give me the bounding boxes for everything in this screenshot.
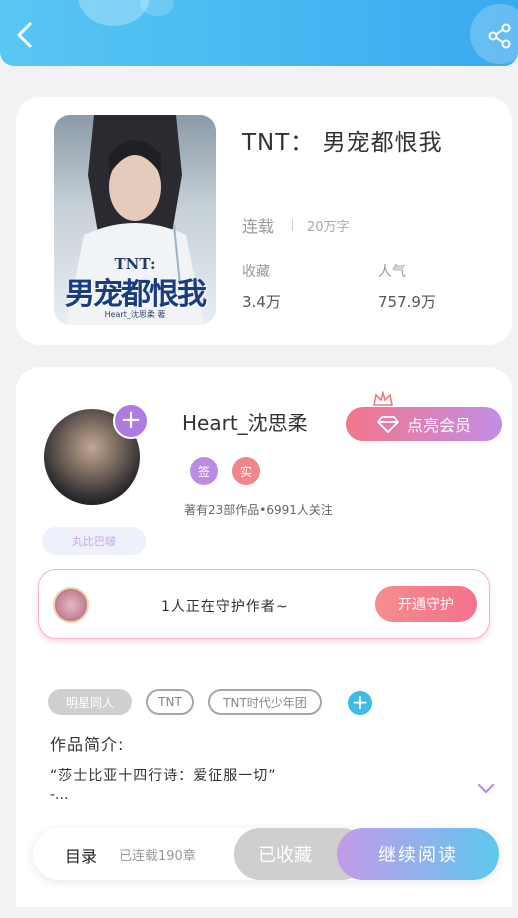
book-cover[interactable]: TNT: 男宠都恨我 Heart_沈思柔 著	[54, 115, 216, 325]
intro-title: 作品简介:	[50, 735, 125, 754]
continue-reading-button[interactable]: 继续阅读	[337, 828, 499, 880]
divider	[292, 219, 294, 231]
chapter-count: 已连载190章	[119, 849, 196, 864]
tag-star-fanfic[interactable]: 明星同人	[48, 689, 132, 715]
share-icon[interactable]	[486, 22, 514, 50]
popularity-label: 人气	[378, 264, 406, 280]
popularity-value: 757.9万	[378, 293, 436, 311]
author-stats: 著有23部作品•6991人关注	[184, 503, 333, 517]
open-guard-button[interactable]: 开通守护	[375, 586, 477, 622]
intro-ellipsis: -...	[50, 787, 69, 803]
signed-badge: 签	[190, 457, 218, 485]
collect-value: 3.4万	[242, 293, 281, 311]
guard-panel: 1人正在守护作者~ 开通守护	[38, 569, 490, 639]
bottom-action-bar: 目录 已连载190章 已收藏 继续阅读	[33, 828, 499, 880]
collect-label: 收藏	[242, 264, 270, 280]
header-bubble-decoration	[140, 0, 174, 16]
diamond-icon	[377, 416, 399, 433]
chevron-down-icon[interactable]	[476, 781, 496, 795]
vip-button[interactable]: 点亮会员	[346, 407, 502, 441]
toc-button[interactable]: 目录	[65, 843, 97, 867]
crown-icon	[373, 391, 393, 406]
cover-title: 男宠都恨我	[65, 277, 207, 312]
author-name[interactable]: Heart_沈思柔	[182, 407, 308, 436]
book-title: TNT： 男宠都恨我	[242, 130, 443, 156]
intro-text: “莎士比亚十四行诗：爱征服一切”	[50, 768, 277, 784]
back-icon[interactable]	[12, 20, 38, 50]
verified-badge: 实	[232, 457, 260, 485]
tag-tnt-teens[interactable]: TNT时代少年团	[208, 689, 322, 715]
book-status-row: 连载 20万字	[242, 213, 350, 237]
author-card: + Heart_沈思柔 点亮会员 签 实 著有23部作品•6991人关注 丸比巴…	[16, 367, 512, 907]
collected-button-label: 已收藏	[258, 845, 312, 866]
top-header	[0, 0, 518, 66]
word-count: 20万字	[307, 219, 350, 235]
tag-tnt[interactable]: TNT	[146, 689, 194, 715]
guard-text: 1人正在守护作者~	[161, 599, 289, 615]
serial-status: 连载	[242, 217, 275, 236]
book-info-card: TNT: 男宠都恨我 Heart_沈思柔 著 TNT： 男宠都恨我 连载 20万…	[16, 97, 512, 345]
vip-button-label: 点亮会员	[406, 416, 471, 435]
cover-author: Heart_沈思柔 著	[104, 310, 166, 319]
follow-plus-icon[interactable]: +	[113, 403, 149, 439]
author-sticker: 丸比巴啵	[42, 527, 146, 555]
guardian-avatar	[53, 587, 89, 623]
add-tag-icon[interactable]: +	[348, 691, 372, 715]
